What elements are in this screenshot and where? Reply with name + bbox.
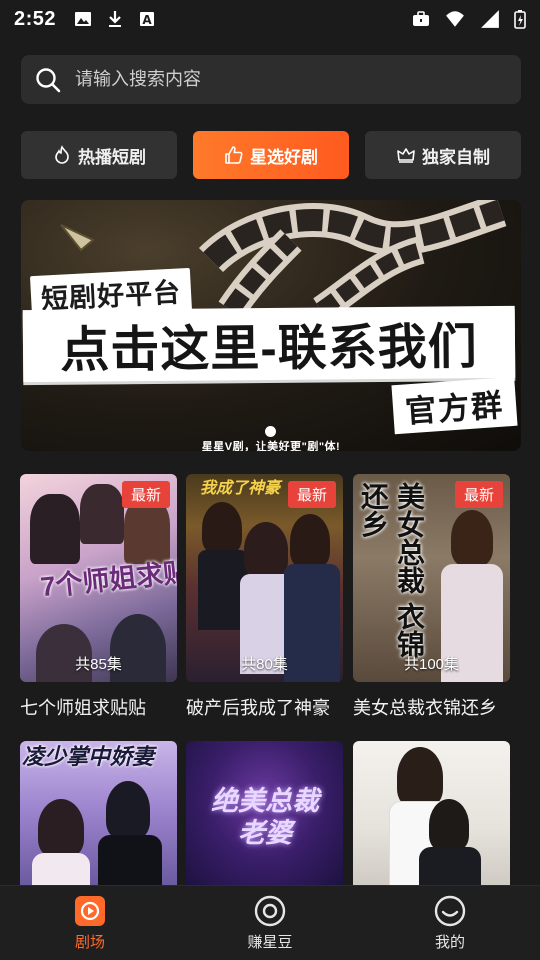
badge-new: 最新 <box>454 481 503 508</box>
briefcase-icon <box>413 11 429 26</box>
drama-poster[interactable]: 凌少掌中娇妻 <box>20 741 177 886</box>
drama-card[interactable]: 7个师姐求贴贴 最新 共85集 七个师姐求贴贴 <box>20 474 177 720</box>
thumbs-up-icon <box>225 146 243 164</box>
drama-poster[interactable] <box>353 741 510 886</box>
poster-title-text: 凌少掌中娇妻 <box>22 744 155 769</box>
drama-card[interactable]: 凌少掌中娇妻 <box>20 741 177 886</box>
banner-headline: 点击这里-联系我们 <box>22 305 516 383</box>
a-letter-icon: A <box>140 12 155 27</box>
drama-title[interactable]: 七个师姐求贴贴 <box>20 694 177 720</box>
drama-card[interactable]: 美女总裁 衣锦还乡 最新 共100集 美女总裁衣锦还乡 <box>353 474 510 720</box>
drama-poster[interactable]: 我成了神豪 最新 共80集 <box>186 474 343 682</box>
flame-icon <box>55 145 69 164</box>
search-bar[interactable] <box>21 55 521 104</box>
crown-icon <box>397 148 415 163</box>
theater-play-icon <box>75 896 105 926</box>
nav-label: 赚星豆 <box>247 934 293 951</box>
drama-poster[interactable]: 7个师姐求贴贴 最新 共85集 <box>20 474 177 682</box>
svg-text:A: A <box>142 13 152 27</box>
drama-title[interactable]: 破产后我成了神豪 <box>186 694 343 720</box>
nav-earn-coins[interactable]: 赚星豆 <box>180 886 360 960</box>
nav-label: 剧场 <box>74 934 105 951</box>
bottom-navigation: 剧场 赚星豆 我的 <box>0 885 540 960</box>
tab-label: 独家自制 <box>422 147 490 167</box>
drama-title[interactable]: 美女总裁衣锦还乡 <box>353 694 510 720</box>
status-time: 2:52 <box>14 7 57 30</box>
status-bar: 2:52 A <box>0 0 540 38</box>
tab-label: 热播短剧 <box>78 147 146 167</box>
drama-poster[interactable]: 绝美总裁老婆 <box>186 741 343 886</box>
carousel-indicator-dot <box>265 426 276 437</box>
profile-smile-icon <box>434 895 466 927</box>
drama-card[interactable] <box>353 741 510 886</box>
tab-hot-dramas[interactable]: 热播短剧 <box>21 131 177 179</box>
poster-title-text: 我成了神豪 <box>200 480 281 497</box>
drama-card[interactable]: 我成了神豪 最新 共80集 破产后我成了神豪 <box>186 474 343 720</box>
drama-poster[interactable]: 美女总裁 衣锦还乡 最新 共100集 <box>353 474 510 682</box>
wifi-icon <box>446 11 464 27</box>
drama-card[interactable]: 绝美总裁老婆 <box>186 741 343 886</box>
badge-new: 最新 <box>287 481 336 508</box>
tab-label: 星选好剧 <box>250 147 318 167</box>
poster-title-text: 美女总裁 衣锦还乡 <box>358 482 425 658</box>
badge-new: 最新 <box>121 481 170 508</box>
banner-official-group: 官方群 <box>391 376 518 435</box>
nav-profile[interactable]: 我的 <box>360 886 540 960</box>
nav-theater[interactable]: 剧场 <box>0 886 180 960</box>
nav-label: 我的 <box>434 934 465 951</box>
banner-slogan: 星星V剧，让美好更"剧"体! <box>201 441 341 451</box>
download-icon <box>109 11 122 27</box>
coin-icon <box>254 895 286 927</box>
search-input[interactable] <box>75 69 475 90</box>
episode-count: 共100集 <box>403 656 460 673</box>
battery-icon <box>514 10 526 29</box>
episode-count: 共85集 <box>75 656 122 673</box>
image-icon <box>75 12 92 26</box>
signal-icon <box>481 10 499 28</box>
search-icon[interactable] <box>35 67 61 93</box>
tab-exclusive[interactable]: 独家自制 <box>365 131 521 179</box>
tab-featured-dramas[interactable]: 星选好剧 <box>193 131 349 179</box>
poster-title-text: 绝美总裁老婆 <box>211 786 319 848</box>
episode-count: 共80集 <box>241 656 288 673</box>
promo-banner[interactable]: 短剧好平台 点击这里-联系我们 官方群 星星V剧，让美好更"剧"体! <box>21 200 521 451</box>
category-tabs: 热播短剧 星选好剧 独家自制 <box>21 131 521 179</box>
